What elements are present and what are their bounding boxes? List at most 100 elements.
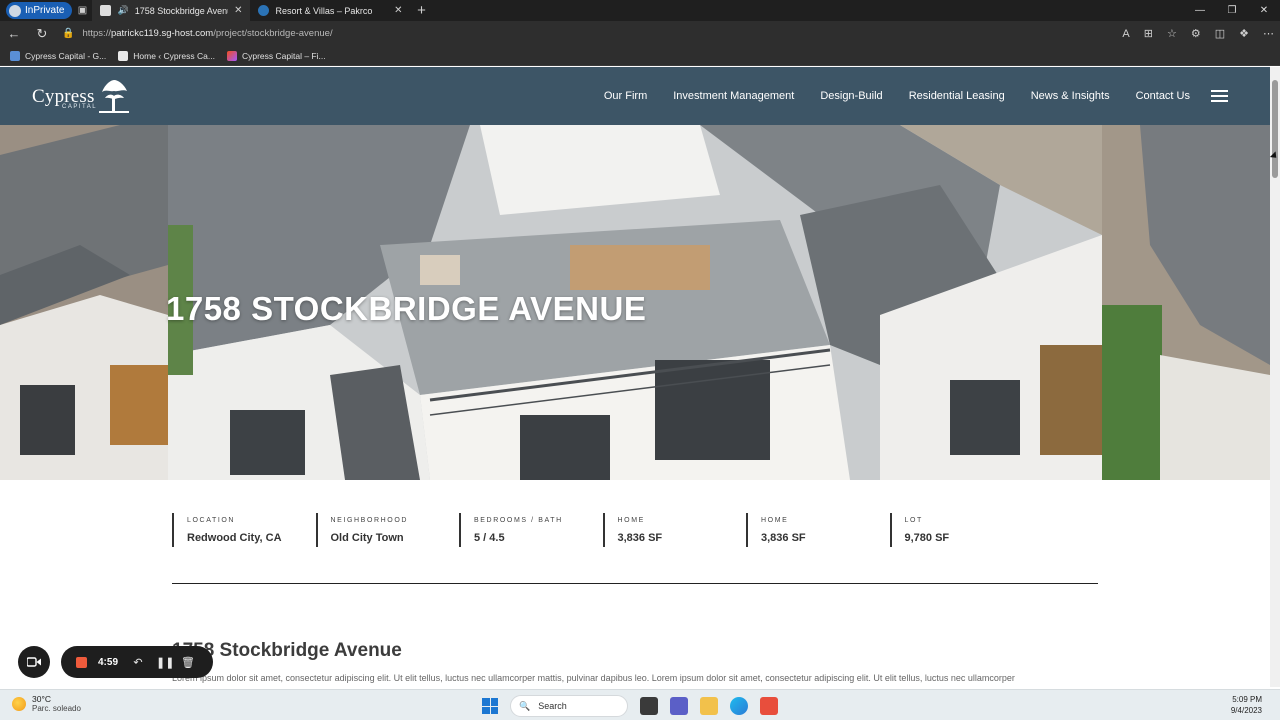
bookmark-label: Cypress Capital - G... [25, 50, 107, 61]
window-controls: — ❐ ✕ [1184, 0, 1280, 21]
windows-start-icon[interactable] [482, 698, 498, 714]
hamburger-menu-icon[interactable] [1211, 90, 1228, 102]
edge-browser-icon[interactable] [730, 697, 748, 715]
cypress-capital-logo[interactable]: Cypress CAPITAL [32, 77, 129, 115]
tab-title: Resort & Villas – Pakrco [275, 5, 373, 16]
section-divider [172, 583, 1098, 584]
figma-favicon-icon [226, 50, 237, 61]
nav-contact-us[interactable]: Contact Us [1136, 90, 1190, 102]
favorite-star-icon[interactable]: ☆ [1167, 27, 1177, 40]
new-tab-button[interactable]: + [410, 2, 432, 19]
bookmark-item[interactable]: Cypress Capital – Fi... [226, 50, 326, 61]
nav-our-firm[interactable]: Our Firm [604, 90, 647, 102]
clock-date: 9/4/2023 [1230, 706, 1262, 715]
search-label: Search [538, 701, 567, 711]
camera-toggle-button[interactable] [18, 646, 50, 678]
spec-label: BEDROOMS / BATH [474, 517, 563, 524]
spec-home: HOME 3,836 SF [602, 513, 747, 547]
tab-stockbridge[interactable]: 🔊 1758 Stockbridge Avenue - ✕ [92, 0, 251, 21]
spec-label: NEIGHBORHOOD [330, 517, 409, 524]
spec-home-2: HOME 3,836 SF [746, 513, 890, 547]
pause-icon[interactable]: ❚❚ [156, 656, 174, 669]
property-specs: LOCATION Redwood City, CA NEIGHBORHOOD O… [172, 513, 1033, 547]
spec-label: HOME [761, 517, 789, 524]
url-host: patrickc119.sg-host.com [110, 28, 214, 39]
weather-widget[interactable]: 30°C Parc. soleado [12, 694, 81, 713]
more-menu-icon[interactable]: ⋯ [1263, 27, 1274, 40]
logo-wordmark: Cypress [32, 85, 95, 107]
spec-value: 3,836 SF [761, 532, 806, 544]
browser-tab-bar: InPrivate ▣ 🔊 1758 Stockbridge Avenue - … [0, 0, 1280, 21]
url-path: /project/stockbridge-avenue/ [213, 28, 333, 39]
snipping-tool-icon[interactable] [760, 697, 778, 715]
hero-banner: 1758 STOCKBRIDGE AVENUE [0, 125, 1270, 480]
spec-label: LOT [904, 517, 923, 524]
bookmark-label: Home ‹ Cypress Ca... [133, 50, 215, 61]
weather-temp: 30°C [32, 694, 51, 704]
recording-controls: 4:59 ↶ ❚❚ 🗑 [61, 646, 213, 678]
url-prefix: https:// [82, 28, 111, 39]
stop-recording-button[interactable] [76, 656, 87, 668]
trash-icon[interactable]: 🗑 [181, 656, 195, 669]
cypress-tree-icon [98, 80, 129, 113]
app-available-icon[interactable]: ⊞ [1144, 27, 1153, 40]
bookmarks-bar: Cypress Capital - G... Home ‹ Cypress Ca… [0, 46, 1280, 66]
address-bar: ← ↻ 🔒 https://patrickc119.sg-host.com/pr… [0, 21, 1280, 46]
windows-taskbar: 30°C Parc. soleado 🔍 Search 5:09 PM 9/4/… [0, 689, 1280, 720]
spec-lot: LOT 9,780 SF [889, 513, 1034, 547]
bookmark-item[interactable]: Cypress Capital - G... [10, 50, 107, 61]
lock-icon[interactable]: 🔒 [62, 28, 74, 39]
restore-icon[interactable]: ❐ [1216, 0, 1248, 21]
tab-title: 1758 Stockbridge Avenue - [134, 5, 228, 16]
spec-value: Old City Town [330, 532, 404, 544]
task-view-icon[interactable] [640, 697, 658, 715]
wordpress-favicon-icon [258, 5, 270, 16]
spec-label: LOCATION [187, 517, 236, 524]
video-camera-icon [27, 657, 41, 667]
system-clock[interactable]: 5:09 PM 9/4/2023 [1231, 694, 1262, 716]
main-nav: Our Firm Investment Management Design-Bu… [604, 67, 1190, 125]
clock-time: 5:09 PM [1232, 695, 1262, 704]
spec-bedrooms-bath: BEDROOMS / BATH 5 / 4.5 [459, 513, 603, 547]
close-tab-icon[interactable]: ✕ [234, 5, 242, 16]
bookmark-item[interactable]: Home ‹ Cypress Ca... [118, 50, 215, 61]
minimize-icon[interactable]: — [1184, 0, 1216, 21]
site-header: Cypress CAPITAL Our Firm Investment Mana… [0, 67, 1270, 125]
extensions-icon[interactable]: ⚙ [1191, 27, 1201, 40]
spec-value: 3,836 SF [617, 532, 663, 544]
undo-icon[interactable]: ↶ [131, 656, 145, 669]
nav-news-insights[interactable]: News & Insights [1031, 90, 1110, 102]
spec-neighborhood: NEIGHBORHOOD Old City Town [315, 513, 460, 547]
logo-subtitle: CAPITAL [62, 104, 98, 110]
nav-residential-leasing[interactable]: Residential Leasing [909, 90, 1005, 102]
tab-resort-villas[interactable]: Resort & Villas – Pakrco ✕ [250, 0, 410, 21]
scrollbar-thumb[interactable] [1272, 80, 1278, 178]
weather-condition: Parc. soleado [32, 704, 81, 713]
tab-actions-icon[interactable]: ▣ [72, 0, 92, 21]
read-aloud-icon[interactable]: A [1122, 28, 1129, 40]
description-text: Lorem ipsum dolor sit amet, consectetur … [172, 673, 1015, 683]
spec-value: 5 / 4.5 [474, 532, 505, 544]
teams-chat-icon[interactable] [670, 697, 688, 715]
inprivate-badge[interactable]: InPrivate [6, 2, 73, 19]
close-tab-icon[interactable]: ✕ [394, 5, 402, 16]
speaker-icon[interactable]: 🔊 [117, 5, 128, 16]
browser-toolbar-icons: A ⊞ ☆ ⚙ ◫ ❖ ⋯ [1122, 21, 1274, 46]
back-arrow-icon[interactable]: ← [0, 26, 28, 41]
url-field[interactable]: 🔒 https://patrickc119.sg-host.com/projec… [62, 28, 1022, 39]
taskbar-search[interactable]: 🔍 Search [510, 695, 628, 717]
collections-icon[interactable]: ❖ [1239, 27, 1249, 40]
nav-investment-management[interactable]: Investment Management [673, 90, 794, 102]
refresh-icon[interactable]: ↻ [28, 26, 56, 42]
partly-sunny-icon [12, 696, 26, 711]
nav-design-build[interactable]: Design-Build [820, 90, 882, 102]
hero-title: 1758 STOCKBRIDGE AVENUE [166, 290, 647, 327]
search-icon: 🔍 [519, 700, 531, 711]
bookmark-favicon-icon [118, 50, 129, 61]
profile-avatar-icon [9, 4, 21, 17]
split-screen-icon[interactable]: ◫ [1215, 27, 1225, 40]
site-favicon-icon [100, 5, 112, 16]
close-window-icon[interactable]: ✕ [1248, 0, 1280, 21]
file-explorer-icon[interactable] [700, 697, 718, 715]
inprivate-label: InPrivate [25, 5, 65, 16]
